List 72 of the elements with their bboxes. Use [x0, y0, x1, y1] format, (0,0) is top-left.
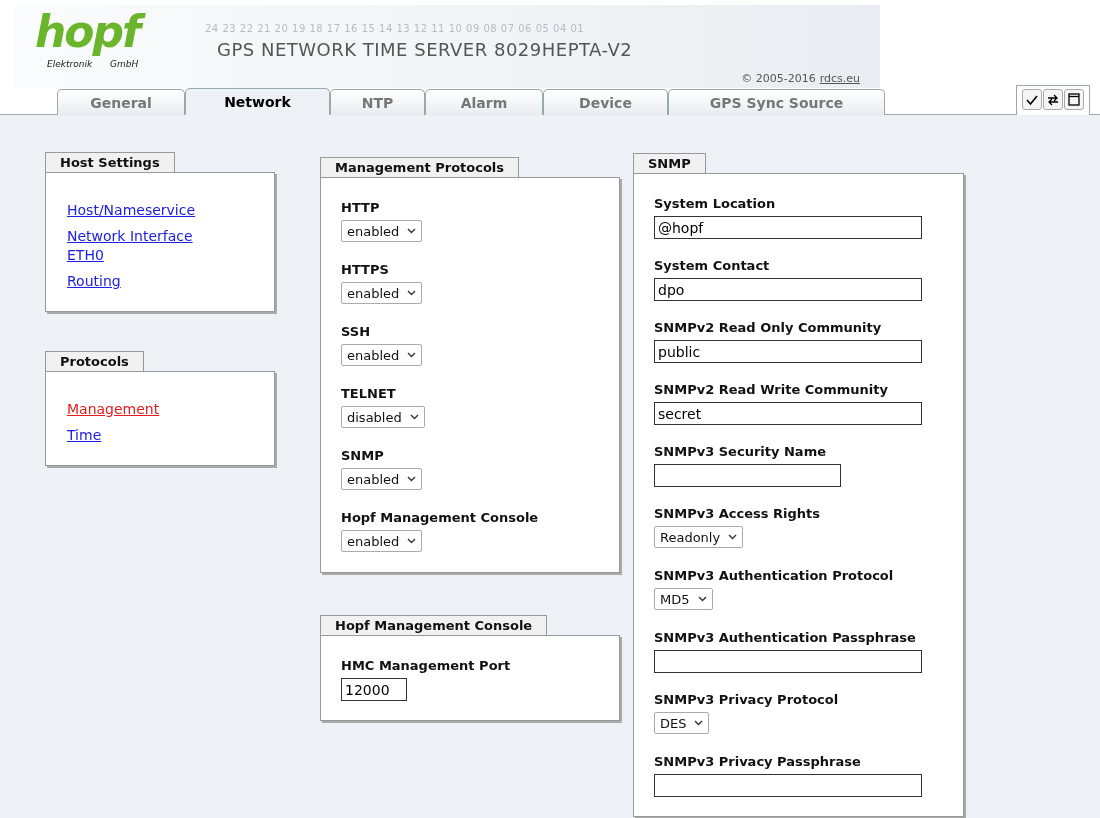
- group-title: Management Protocols: [320, 157, 520, 177]
- caret-icon: [407, 352, 417, 358]
- dropdown[interactable]: enabled: [341, 468, 423, 490]
- field-label: SNMPv3 Security Name: [654, 444, 826, 460]
- nav-tab[interactable]: Device: [543, 89, 668, 115]
- logo-subtitle: Elektronik: [47, 59, 93, 69]
- caret-icon: [407, 290, 417, 296]
- text-field[interactable]: secret: [654, 402, 922, 425]
- field-label: SNMPv3 Privacy Protocol: [654, 692, 839, 708]
- group-title: Hopf Management Console: [320, 615, 548, 635]
- caret-icon: [694, 720, 704, 726]
- field-label: SSH: [341, 324, 371, 340]
- nav-link[interactable]: Management: [67, 400, 160, 419]
- dropdown[interactable]: disabled: [341, 406, 425, 428]
- nav-tab[interactable]: Alarm: [425, 89, 543, 115]
- field-label: SNMPv3 Authentication Protocol: [654, 568, 894, 584]
- logo-subtitle: GmbH: [110, 59, 139, 69]
- group-title: Protocols: [45, 351, 144, 371]
- nav-tab[interactable]: GPS Sync Source: [668, 89, 885, 115]
- nav-tab[interactable]: NTP: [330, 89, 425, 115]
- text-field[interactable]: [654, 650, 922, 673]
- field-label: HTTPS: [341, 262, 389, 278]
- caret-icon: [407, 538, 417, 544]
- text-field[interactable]: [654, 774, 922, 797]
- text-field[interactable]: 12000: [341, 678, 407, 701]
- dropdown[interactable]: enabled: [341, 530, 423, 552]
- field-label: HTTP: [341, 200, 380, 216]
- caret-icon: [407, 228, 417, 234]
- group-title: Host Settings: [45, 152, 175, 172]
- field-label: SNMPv3 Authentication Passphrase: [654, 630, 916, 646]
- nav-link[interactable]: Routing: [67, 272, 121, 291]
- nav-tab[interactable]: General: [57, 89, 185, 115]
- nav-link[interactable]: Network Interface ETH0: [67, 227, 217, 265]
- dropdown[interactable]: enabled: [341, 344, 423, 366]
- nav-link[interactable]: Host/Nameservice: [67, 201, 196, 220]
- nav-link[interactable]: Time: [67, 426, 102, 445]
- text-field[interactable]: [654, 464, 841, 487]
- window-button[interactable]: [1064, 89, 1084, 110]
- text-field[interactable]: @hopf: [654, 216, 922, 239]
- field-label: HMC Management Port: [341, 658, 511, 674]
- text-field[interactable]: public: [654, 340, 922, 363]
- copyright-link[interactable]: rdcs.eu: [819, 72, 860, 85]
- caret-icon: [407, 476, 417, 482]
- swap-arrows-icon: [1047, 93, 1059, 106]
- field-label: SNMP: [341, 448, 384, 464]
- logo-wordmark: hopf: [35, 5, 146, 59]
- field-label: SNMPv3 Privacy Passphrase: [654, 754, 861, 770]
- nav-tab[interactable]: Network: [185, 88, 330, 115]
- field-label: SNMPv2 Read Write Community: [654, 382, 888, 398]
- dropdown[interactable]: enabled: [341, 220, 423, 242]
- field-label: SNMPv3 Access Rights: [654, 506, 821, 522]
- dropdown[interactable]: MD5: [654, 588, 713, 610]
- dropdown[interactable]: enabled: [341, 282, 423, 304]
- caret-icon: [728, 534, 738, 540]
- product-title: GPS NETWORK TIME SERVER 8029HEPTA-V2: [217, 39, 633, 60]
- caret-icon: [409, 414, 419, 420]
- checkmark-icon: [1026, 94, 1038, 105]
- dropdown[interactable]: DES: [654, 712, 710, 734]
- copyright-text: © 2005-2016: [741, 72, 816, 85]
- field-label: System Location: [654, 196, 776, 212]
- confirm-button[interactable]: [1022, 89, 1042, 110]
- dropdown[interactable]: Readonly: [654, 526, 744, 548]
- field-label: TELNET: [341, 386, 396, 402]
- hour-scale: 24 23 22 21 20 19 18 17 16 15 14 13 12 11 10 09 08 07 06 05 04 01: [205, 23, 586, 34]
- window-icon: [1068, 93, 1080, 106]
- caret-icon: [697, 596, 707, 602]
- field-label: Hopf Management Console: [341, 510, 539, 526]
- field-label: System Contact: [654, 258, 770, 274]
- field-label: SNMPv2 Read Only Community: [654, 320, 882, 336]
- group-title: SNMP: [633, 153, 706, 173]
- reload-button[interactable]: [1043, 89, 1063, 110]
- text-field[interactable]: dpo: [654, 278, 922, 301]
